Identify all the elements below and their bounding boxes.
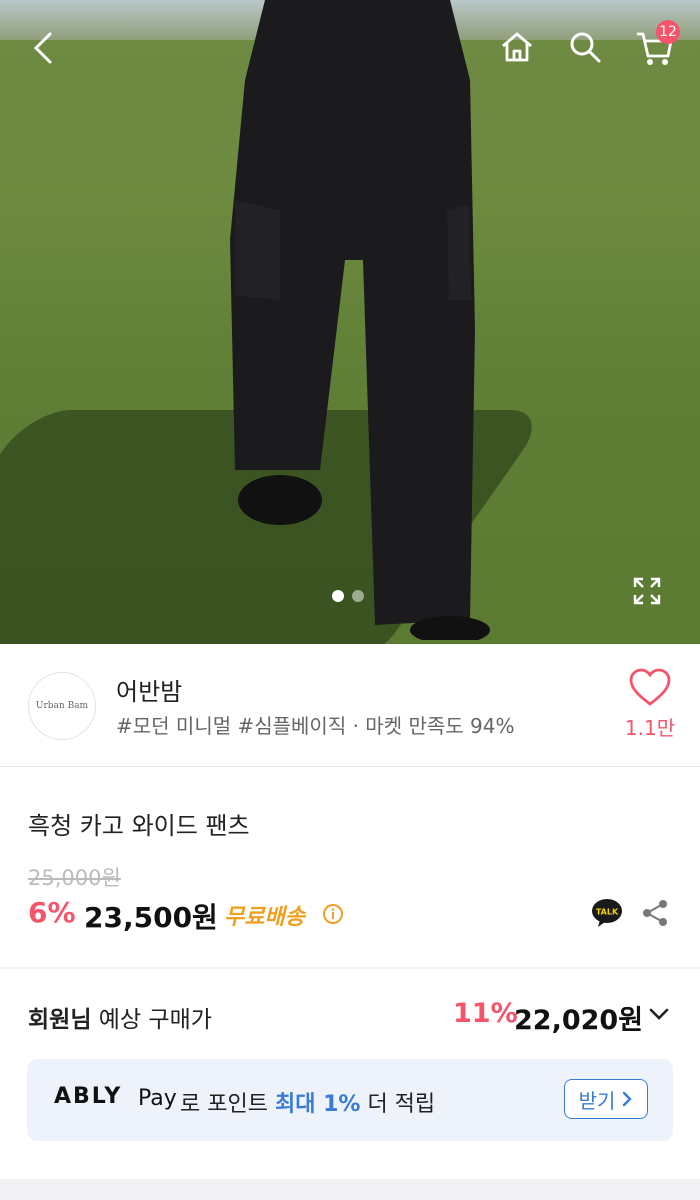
store-name[interactable]: 어반밤 — [116, 672, 182, 707]
talk-icon-label: TALK — [596, 908, 619, 917]
store-logo[interactable]: Urban Bam — [28, 672, 96, 740]
chevron-down-icon[interactable] — [648, 1004, 670, 1028]
search-icon[interactable] — [566, 28, 604, 66]
expand-icon[interactable] — [630, 574, 664, 608]
member-price: 22,020원 — [514, 1005, 644, 1036]
cart-button[interactable]: 12 — [634, 20, 680, 68]
gallery-indicator — [332, 590, 364, 602]
sale-price: 23,500원 — [84, 901, 218, 934]
product-name: 흑청 카고 와이드 팬츠 — [28, 812, 250, 840]
free-shipping-label: 무료배송 — [224, 905, 305, 930]
share-icon — [643, 900, 667, 926]
member-label-rest: 예상 구매가 — [91, 1007, 212, 1033]
gallery-dot — [352, 590, 364, 602]
original-price: 25,000원 — [28, 866, 121, 890]
cart-count-badge: 12 — [656, 20, 680, 44]
share-button[interactable] — [640, 898, 670, 932]
kakao-talk-button[interactable]: TALK — [591, 898, 623, 932]
gallery-dot — [332, 590, 344, 602]
banner-text-post: 더 적립 — [360, 1092, 436, 1117]
store-section — [0, 644, 700, 767]
like-button[interactable] — [628, 668, 672, 712]
product-image[interactable]: 12 — [0, 0, 700, 644]
chevron-right-icon — [623, 1091, 633, 1107]
heart-icon — [629, 668, 671, 706]
ably-pay-label: Pay — [138, 1086, 177, 1111]
ably-logo: ABLY — [54, 1084, 123, 1109]
member-label-bold: 회원님 — [28, 1007, 92, 1033]
store-logo-text: Urban Bam — [35, 701, 89, 711]
banner-text-pre: 로 포인트 — [180, 1092, 275, 1117]
home-icon[interactable] — [498, 28, 536, 66]
back-icon[interactable] — [24, 30, 60, 66]
banner-highlight: 최대 1% — [274, 1092, 361, 1117]
banner-text: 로 포인트 최대 1% 더 적립 — [180, 1086, 435, 1118]
receive-button-label: 받기 — [578, 1088, 616, 1113]
discount-rate: 6% — [28, 896, 76, 929]
shipping-info-icon[interactable] — [322, 903, 344, 929]
member-discount: 11% — [453, 998, 518, 1029]
receive-button[interactable]: 받기 — [564, 1079, 648, 1119]
pants-illustration — [230, 0, 490, 640]
like-count: 1.1만 — [624, 716, 676, 740]
store-tags: #모던 미니멀 #심플베이직 · 마켓 만족도 94% — [116, 714, 515, 738]
member-price-label: 회원님 예상 구매가 — [28, 1000, 212, 1034]
talk-icon: TALK — [592, 899, 622, 927]
